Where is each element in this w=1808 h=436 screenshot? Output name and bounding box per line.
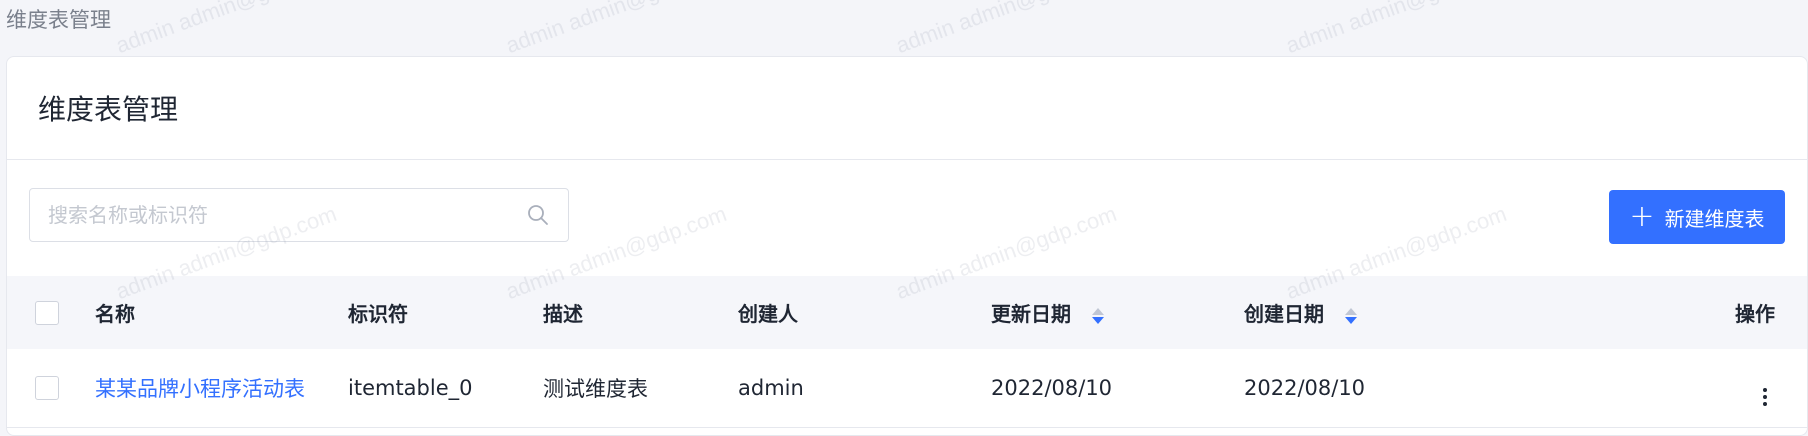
more-vertical-icon[interactable] bbox=[1763, 388, 1767, 407]
column-header-created-label: 创建日期 bbox=[1244, 302, 1324, 326]
dimension-table: 名称 标识符 描述 创建人 更新日期 创建日期 操作 某某品牌小程序活动表 it… bbox=[7, 276, 1807, 428]
table-header-row: 名称 标识符 描述 创建人 更新日期 创建日期 操作 bbox=[7, 276, 1807, 349]
plus-icon: + bbox=[1629, 199, 1655, 234]
search-input[interactable] bbox=[30, 188, 524, 242]
column-header-description: 描述 bbox=[543, 302, 583, 326]
breadcrumb: 维度表管理 bbox=[6, 8, 111, 32]
sort-icon[interactable] bbox=[1344, 307, 1357, 324]
page-title: 维度表管理 bbox=[38, 93, 179, 126]
column-header-updated-label: 更新日期 bbox=[991, 302, 1071, 326]
column-header-identifier: 标识符 bbox=[348, 302, 408, 326]
watermark: admin admin@gdp.com bbox=[502, 0, 730, 59]
watermark: admin admin@gdp.com bbox=[1282, 0, 1510, 59]
watermark: admin admin@gdp.com bbox=[112, 0, 340, 59]
column-header-creator: 创建人 bbox=[738, 302, 798, 326]
row-checkbox[interactable] bbox=[35, 376, 59, 401]
card-header: 维度表管理 bbox=[7, 57, 1807, 160]
main-card: 维度表管理 + 新建维度表 bbox=[6, 56, 1808, 436]
table-row: 某某品牌小程序活动表 itemtable_0 测试维度表 admin 2022/… bbox=[7, 349, 1807, 427]
new-button-label: 新建维度表 bbox=[1664, 206, 1765, 231]
cell-description: 测试维度表 bbox=[543, 376, 648, 401]
column-header-actions: 操作 bbox=[1735, 302, 1775, 326]
search-box[interactable] bbox=[29, 188, 569, 242]
cell-identifier: itemtable_0 bbox=[348, 375, 473, 400]
column-header-name: 名称 bbox=[95, 302, 135, 326]
toolbar: + 新建维度表 bbox=[7, 160, 1807, 276]
table-name-link[interactable]: 某某品牌小程序活动表 bbox=[95, 377, 305, 401]
search-icon[interactable] bbox=[524, 201, 552, 229]
cell-creator: admin bbox=[738, 375, 804, 400]
cell-created: 2022/08/10 bbox=[1244, 375, 1366, 400]
cell-updated: 2022/08/10 bbox=[991, 375, 1113, 400]
column-header-created[interactable]: 创建日期 bbox=[1244, 276, 1503, 349]
column-header-updated[interactable]: 更新日期 bbox=[991, 276, 1244, 349]
sort-icon[interactable] bbox=[1091, 307, 1104, 324]
new-dimension-table-button[interactable]: + 新建维度表 bbox=[1609, 190, 1785, 244]
watermark: admin admin@gdp.com bbox=[892, 0, 1120, 59]
select-all-checkbox[interactable] bbox=[35, 301, 59, 326]
